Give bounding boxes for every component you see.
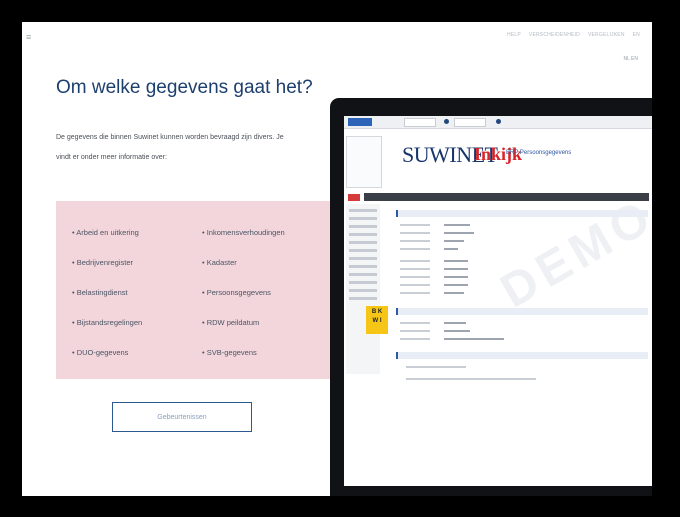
mockup-subtitle: BRP Persoonsgegevens xyxy=(506,150,572,156)
list-item: • Persoonsgegevens xyxy=(202,288,271,297)
bkwi-badge: B KW I xyxy=(366,306,388,334)
mockup-section-header xyxy=(396,308,648,315)
mockup-field xyxy=(454,118,486,127)
category-list-right: • Inkomensverhoudingen • Kadaster • Pers… xyxy=(202,227,285,377)
mockup-section-header xyxy=(396,352,648,359)
mockup-login-panel xyxy=(346,136,382,188)
category-panel: • Arbeid en uitkering • Bedrijvenregiste… xyxy=(56,201,331,379)
gebeurtenissen-button[interactable]: Gebeurtenissen xyxy=(112,402,252,432)
nav-item-help[interactable]: HELP xyxy=(507,32,521,38)
page-title: Om welke gegevens gaat het? xyxy=(56,76,313,98)
list-item: • Arbeid en uitkering xyxy=(72,228,139,237)
category-list-left: • Arbeid en uitkering • Bedrijvenregiste… xyxy=(72,227,142,377)
mockup-section-header xyxy=(396,210,648,217)
list-item: • DUO-gegevens xyxy=(72,348,129,357)
list-item: • Inkomensverhoudingen xyxy=(202,228,285,237)
mockup-field xyxy=(404,118,436,127)
mockup-sidebar xyxy=(346,204,380,374)
mockup-tab xyxy=(348,118,372,126)
nav-item-en[interactable]: EN xyxy=(633,32,640,38)
laptop-mockup: SUWINET Inkijk BRP Persoonsgegevens B KW… xyxy=(330,98,652,496)
mockup-user-icon xyxy=(496,119,501,124)
intro-text: De gegevens die binnen Suwinet kunnen wo… xyxy=(56,134,284,161)
list-item: • Belastingdienst xyxy=(72,288,128,297)
mockup-dark-bar xyxy=(364,193,649,201)
demo-watermark: DEMO xyxy=(492,188,652,319)
list-item: • RDW peildatum xyxy=(202,318,260,327)
list-item: • SVB-gegevens xyxy=(202,348,257,357)
nav-item-verscheidenheid[interactable]: VERSCHEIDENHEID xyxy=(529,32,580,38)
list-item: • Bijstandsregelingen xyxy=(72,318,143,327)
mockup-red-block xyxy=(348,194,360,201)
list-item: • Kadaster xyxy=(202,258,237,267)
mockup-browser-bar xyxy=(344,116,652,129)
language-switch[interactable]: NL EN xyxy=(623,56,638,62)
top-navigation: HELP VERSCHEIDENHEID VERGELIJKEN EN xyxy=(507,32,640,38)
hamburger-icon[interactable]: ≡ xyxy=(26,32,31,42)
list-item: • Bedrijvenregister xyxy=(72,258,133,267)
mockup-screen: SUWINET Inkijk BRP Persoonsgegevens B KW… xyxy=(344,116,652,486)
mockup-search-icon xyxy=(444,119,449,124)
viewport: ≡ HELP VERSCHEIDENHEID VERGELIJKEN EN NL… xyxy=(22,22,652,496)
nav-item-vergelijken[interactable]: VERGELIJKEN xyxy=(588,32,625,38)
